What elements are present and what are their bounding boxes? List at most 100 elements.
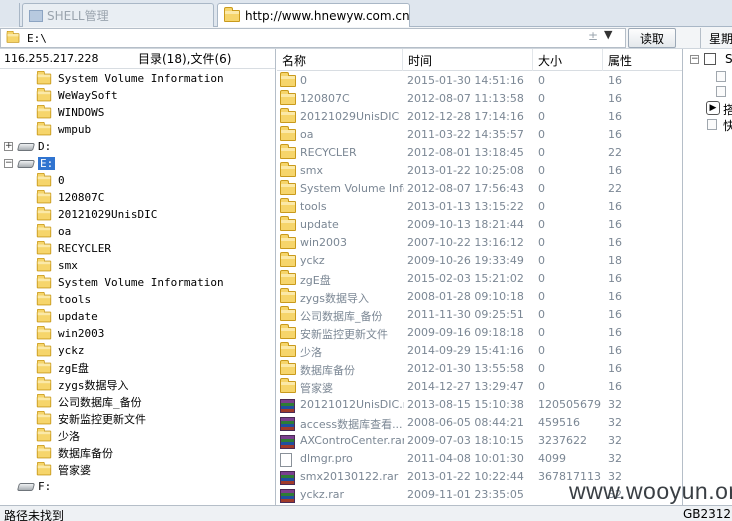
file-time: 2009-09-16 09:18:18: [407, 326, 524, 339]
file-row[interactable]: 公司数据库_备份 2011-11-30 09:25:51 0 16: [277, 306, 682, 324]
file-row[interactable]: System Volume Info...2012-08-07 17:56:43…: [277, 180, 682, 198]
column-name[interactable]: 名称: [277, 49, 403, 71]
file-attr: 18: [608, 254, 622, 267]
tree-item[interactable]: System Volume Information: [36, 274, 224, 291]
file-row[interactable]: 120807C 2012-08-07 11:13:58 0 16: [277, 90, 682, 108]
right-panel: − SI ▶ 搭 快: [682, 49, 732, 505]
file-row[interactable]: 安新监控更新文件 2009-09-16 09:18:18 0 16: [277, 324, 682, 342]
tree-item[interactable]: yckz: [36, 342, 85, 359]
file-row[interactable]: update 2009-10-13 18:21:44 0 16: [277, 216, 682, 234]
file-row[interactable]: 管家婆 2014-12-27 13:29:47 0 16: [277, 378, 682, 396]
window-icon: [29, 9, 43, 22]
tab-url[interactable]: http://www.hnewyw.com.cn/Us...: [217, 3, 410, 28]
tree-drive[interactable]: + D:: [4, 138, 51, 155]
file-attr: 16: [608, 74, 622, 87]
folder-icon: [36, 274, 52, 288]
file-name: access数据库查看...: [300, 418, 403, 431]
file-row[interactable]: 20121012UnisDIC.rar2013-08-15 15:10:38 12…: [277, 396, 682, 414]
tree-item[interactable]: zgE盘: [36, 359, 89, 376]
tree-item[interactable]: System Volume Information: [36, 70, 224, 87]
right-label-mid2: 快: [723, 117, 732, 134]
file-name: tools: [300, 200, 327, 213]
expand-icon[interactable]: +: [4, 142, 13, 151]
folder-icon: [36, 461, 52, 475]
tree-item-label: tools: [58, 293, 92, 306]
plus-minus-icon[interactable]: ±: [588, 29, 598, 43]
file-name: update: [300, 218, 339, 231]
file-row[interactable]: 数据库备份 2012-01-30 13:55:58 0 16: [277, 360, 682, 378]
file-name: RECYCLER: [300, 146, 357, 159]
encoding-label[interactable]: GB2312: [683, 507, 731, 521]
file-time: 2008-01-28 09:10:18: [407, 290, 524, 303]
weekday-button[interactable]: 星期: [700, 28, 732, 48]
file-row[interactable]: oa 2011-03-22 14:35:57 0 16: [277, 126, 682, 144]
chevron-down-icon[interactable]: ▼: [604, 28, 612, 41]
file-row[interactable]: 0 2015-01-30 14:51:16 0 16: [277, 72, 682, 90]
file-row[interactable]: AXControCenter.rar 2009-07-03 18:10:15 323…: [277, 432, 682, 450]
tree-item[interactable]: 0: [36, 172, 65, 189]
tree-item[interactable]: tools: [36, 291, 91, 308]
file-name: 公司数据库_备份: [300, 310, 383, 323]
file-name: smx: [300, 164, 323, 177]
tree-item[interactable]: RECYCLER: [36, 240, 111, 257]
file-time: 2009-07-03 18:10:15: [407, 434, 524, 447]
tree-item[interactable]: 安新监控更新文件: [36, 410, 146, 427]
file-row[interactable]: access数据库查看... 2008-06-05 08:44:21 459516 3…: [277, 414, 682, 432]
tree-item[interactable]: oa: [36, 223, 71, 240]
file-time: 2011-03-22 14:35:57: [407, 128, 524, 141]
path-input[interactable]: E:\: [0, 28, 626, 48]
collapse-icon[interactable]: −: [4, 159, 13, 168]
column-size[interactable]: 大小: [533, 49, 603, 71]
folder-icon: [36, 104, 52, 118]
tree-drive[interactable]: − E:: [4, 155, 56, 172]
file-time: 2009-10-13 18:21:44: [407, 218, 524, 231]
file-attr: 16: [608, 218, 622, 231]
folder-icon: [36, 172, 52, 186]
tree-item-label: 20121029UnisDIC: [58, 208, 158, 221]
file-row[interactable]: yckz 2009-10-26 19:33:49 0 18: [277, 252, 682, 270]
tree-item[interactable]: smx: [36, 257, 78, 274]
file-row[interactable]: 20121029UnisDIC 2012-12-28 17:14:16 0 16: [277, 108, 682, 126]
tab-shell-manager[interactable]: SHELL管理: [22, 3, 214, 27]
file-size: 120505679: [538, 398, 601, 411]
tree-item[interactable]: win2003: [36, 325, 104, 342]
file-name: System Volume Info...: [300, 182, 404, 195]
column-time[interactable]: 时间: [403, 49, 533, 71]
file-time: 2013-08-15 15:10:38: [407, 398, 524, 411]
file-row[interactable]: RECYCLER 2012-08-01 13:18:45 0 22: [277, 144, 682, 162]
tree-item[interactable]: 120807C: [36, 189, 104, 206]
tree-item[interactable]: wmpub: [36, 121, 91, 138]
tree-item[interactable]: 少洛: [36, 427, 80, 444]
folder-icon: [280, 144, 296, 159]
column-attr[interactable]: 属性: [603, 49, 682, 71]
file-size: 0: [538, 308, 545, 321]
folder-icon: [36, 189, 52, 203]
file-row[interactable]: tools 2013-01-13 13:15:22 0 16: [277, 198, 682, 216]
file-row[interactable]: dlmgr.pro 2011-04-08 10:01:30 4099 32: [277, 450, 682, 468]
file-time: 2013-01-22 10:22:44: [407, 470, 524, 483]
file-name: 20121012UnisDIC.rar: [300, 398, 404, 411]
folder-icon: [36, 342, 52, 356]
tree-item[interactable]: WINDOWS: [36, 104, 104, 121]
file-size: 0: [538, 380, 545, 393]
tree-item[interactable]: WeWaySoft: [36, 87, 118, 104]
file-name: yckz.rar: [300, 488, 344, 501]
tree-item[interactable]: 20121029UnisDIC: [36, 206, 157, 223]
watermark: www.wooyun.org: [569, 478, 732, 504]
tree-item[interactable]: 管家婆: [36, 461, 91, 478]
tree-item[interactable]: zygs数据导入: [36, 376, 129, 393]
tree-item[interactable]: 数据库备份: [36, 444, 113, 461]
tree-item-label: System Volume Information: [58, 276, 224, 289]
tree-item[interactable]: 公司数据库_备份: [36, 393, 142, 410]
file-row[interactable]: 少洛 2014-09-29 15:41:16 0 16: [277, 342, 682, 360]
file-row[interactable]: zygs数据导入 2008-01-28 09:10:18 0 16: [277, 288, 682, 306]
tree-item[interactable]: update: [36, 308, 98, 325]
read-button[interactable]: 读取: [628, 28, 676, 48]
collapse-icon[interactable]: −: [690, 55, 699, 64]
document-icon: [716, 86, 726, 97]
file-row[interactable]: smx 2013-01-22 10:25:08 0 16: [277, 162, 682, 180]
file-row[interactable]: win2003 2007-10-22 13:16:12 0 16: [277, 234, 682, 252]
archive-icon: [280, 417, 295, 431]
tree-drive[interactable]: F:: [16, 478, 51, 495]
file-row[interactable]: zgE盘 2015-02-03 15:21:02 0 16: [277, 270, 682, 288]
